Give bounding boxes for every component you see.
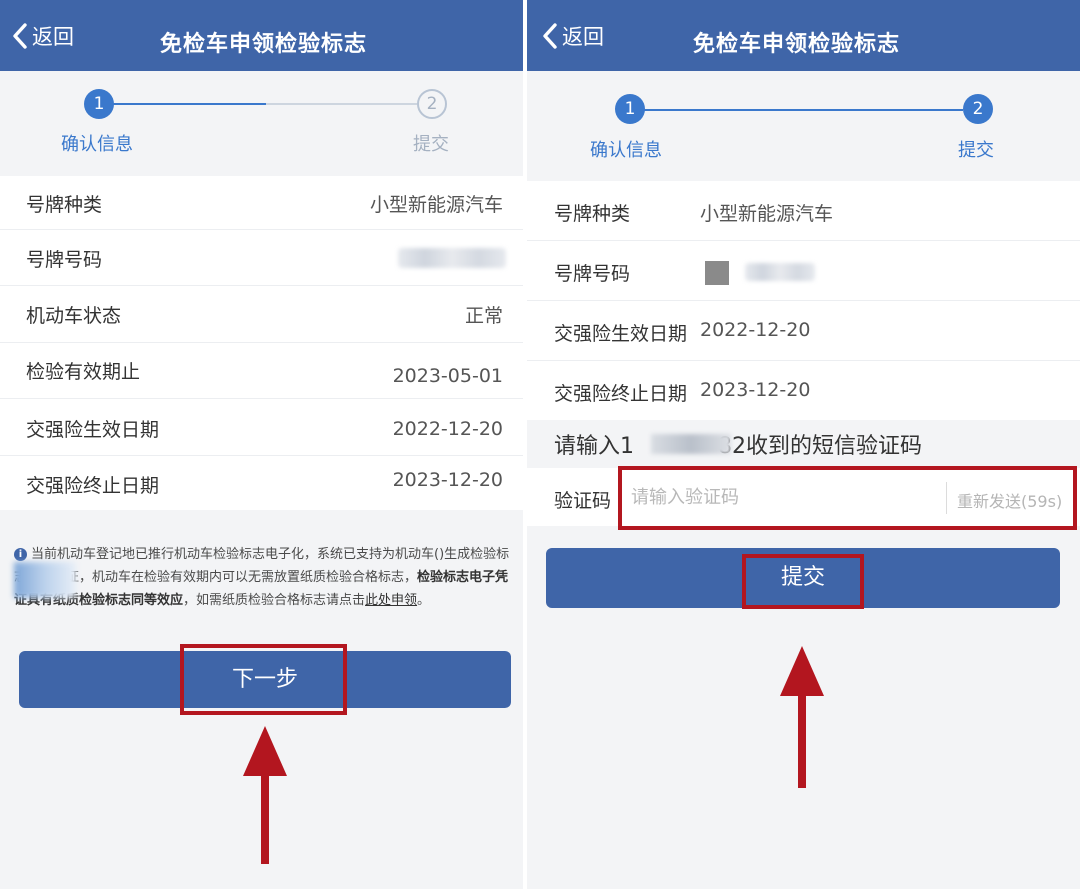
back-button[interactable]: 返回 [542,20,604,52]
step-progress-line [113,103,266,105]
right-screen: 返回 免检车申领检验标志 1 2 确认信息 提交 号牌种类 小型新能源汽车 号牌… [527,0,1080,889]
step-progress-line [642,109,963,111]
info-row-insurance-start: 交强险生效日期 2022-12-20 [527,301,1080,361]
row-value: 2023-05-01 [392,365,503,387]
vehicle-info-list: 号牌种类 小型新能源汽车 号牌号码 机动车状态 正常 检验有效期止 2023-0… [0,176,523,510]
row-label: 交强险生效日期 [554,323,688,345]
plate-prefix-redacted [705,261,729,285]
step-1-label: 确认信息 [590,140,662,161]
step-remaining-line [266,103,417,105]
plate-number-redacted [745,263,815,281]
notice-text-1: 当前机动车登记地已推行机动车检验标志电子化，系统已支持为机动车( [31,547,440,562]
back-button[interactable]: 返回 [12,20,74,52]
verification-code-label: 验证码 [554,490,612,512]
header-bar: 返回 免检车申领检验标志 [527,0,1080,71]
chevron-left-icon [12,22,28,50]
chevron-left-icon [542,22,558,50]
step-indicator: 1 2 确认信息 提交 [527,71,1080,176]
sms-prompt-prefix: 请输入1 [554,434,634,459]
sms-code-prompt: 请输入1 82收到的短信验证码 [554,428,922,460]
apply-here-link[interactable]: 此处申领 [365,593,417,608]
row-value: 2022-12-20 [392,418,503,440]
info-row-insurance-end: 交强险终止日期 2023-12-20 [527,361,1080,420]
row-label: 机动车状态 [26,305,122,327]
vehicle-info-list: 号牌种类 小型新能源汽车 号牌号码 交强险生效日期 2022-12-20 交强险… [527,181,1080,420]
row-label: 交强险终止日期 [554,383,688,405]
code-input-highlight-box [618,466,1077,530]
step-2-circle: 2 [963,94,993,124]
info-row-plate-number: 号牌号码 [527,241,1080,301]
info-row-plate-type: 号牌种类 小型新能源汽车 [527,181,1080,241]
info-row-plate-type: 号牌种类 小型新能源汽车 [0,176,523,230]
step-1-circle: 1 [84,89,114,119]
info-row-insurance-end: 交强险终止日期 2023-12-20 [0,456,523,510]
left-screen: 返回 免检车申领检验标志 1 2 确认信息 提交 号牌种类 小型新能源汽车 号牌… [0,0,523,889]
submit-button-highlight-box [742,554,864,609]
row-label: 号牌号码 [554,263,631,285]
step-2-circle: 2 [417,89,447,119]
page-title: 免检车申领检验标志 [693,32,901,57]
info-icon: i [14,548,27,561]
step-1-label: 确认信息 [61,134,133,155]
plate-number-redacted [398,248,506,268]
step-2-label: 提交 [413,134,449,155]
row-value: 2023-12-20 [700,379,811,401]
sms-prompt-suffix: 82收到的短信验证码 [718,434,922,459]
row-label: 检验有效期止 [26,361,141,383]
back-label: 返回 [32,25,74,49]
row-label: 号牌号码 [26,249,103,271]
row-label: 号牌种类 [554,203,631,225]
step-2-label: 提交 [958,140,994,161]
e-certificate-notice: i 当前机动车登记地已推行机动车检验标志电子化，系统已支持为机动车()生成检验标志… [14,543,514,612]
info-row-inspection-expiry: 检验有效期止 2023-05-01 [0,343,523,399]
step-1-circle: 1 [615,94,645,124]
back-label: 返回 [562,25,604,49]
arrow-up-icon [780,646,824,788]
notice-end: 。 [417,593,431,608]
info-row-plate-number: 号牌号码 [0,230,523,286]
row-label: 号牌种类 [26,194,103,216]
notice-text-4: ，如需纸质检验合格标志请点击 [183,593,366,608]
page-title: 免检车申领检验标志 [160,32,368,57]
phone-number-redacted [651,434,731,454]
info-row-vehicle-status: 机动车状态 正常 [0,286,523,343]
row-label: 交强险生效日期 [26,419,160,441]
row-value: 小型新能源汽车 [369,194,503,216]
row-value: 2023-12-20 [392,469,503,491]
next-button-highlight-box [180,644,347,715]
row-value: 正常 [464,305,503,327]
notice-text-3: 纸质检验合格标志， [300,570,418,585]
plate-redacted-blur [14,562,76,598]
header-bar: 返回 免检车申领检验标志 [0,0,523,71]
row-label: 交强险终止日期 [26,475,160,497]
arrow-up-icon [243,726,287,864]
row-value: 小型新能源汽车 [700,203,834,225]
info-row-insurance-start: 交强险生效日期 2022-12-20 [0,399,523,456]
step-indicator: 1 2 确认信息 提交 [0,71,523,176]
row-value: 2022-12-20 [700,319,811,341]
